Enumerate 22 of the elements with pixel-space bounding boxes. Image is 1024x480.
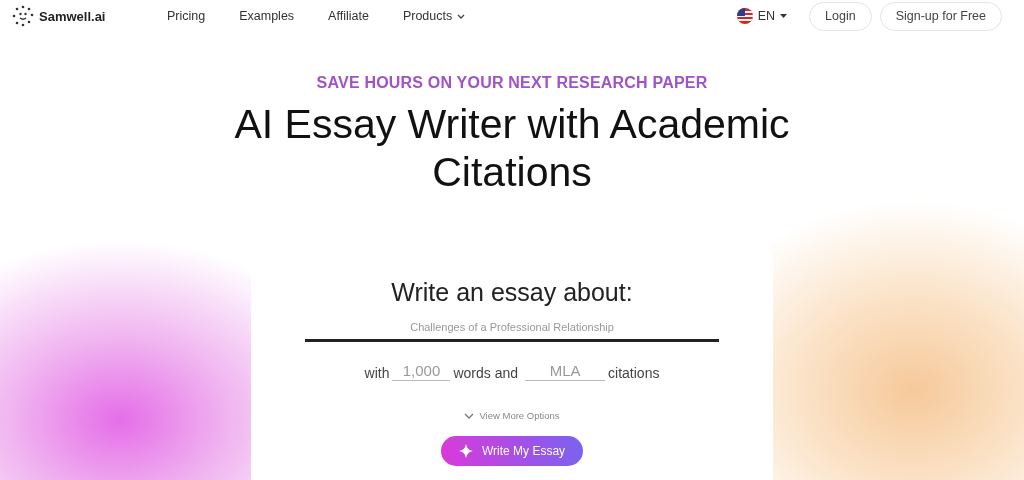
nav-link[interactable]: Products	[402, 9, 466, 23]
form-label: citations	[608, 365, 660, 381]
nav-link[interactable]: Examples	[239, 9, 295, 23]
flag-icon	[736, 8, 753, 24]
caret-icon	[780, 14, 788, 18]
logo-text[interactable]: Samwell.ai	[39, 8, 106, 24]
form-label: words and	[453, 365, 519, 381]
hero-tagline: SAVE HOURS ON YOUR NEXT RESEARCH PAPER	[315, 74, 709, 92]
write-essay-button[interactable]: Write My Essay	[440, 436, 584, 466]
nav-link[interactable]: Pricing	[167, 9, 206, 23]
language-selector[interactable]: EN	[730, 7, 794, 25]
hero-title: AI Essay Writer with Academic Citations	[233, 100, 791, 196]
signup-button[interactable]: Sign-up for Free	[879, 1, 1002, 31]
login-button[interactable]: Login	[809, 1, 872, 31]
chevron-down-icon	[457, 13, 466, 19]
logo-icon	[12, 5, 34, 27]
sparkle-icon	[458, 444, 473, 458]
chevron-down-icon	[464, 412, 475, 419]
form-heading: Write an essay about:	[391, 278, 633, 307]
nav-link[interactable]: Affiliate	[328, 9, 369, 23]
view-more-options-link[interactable]: View More Options	[458, 409, 566, 422]
form-label: with	[364, 365, 390, 381]
